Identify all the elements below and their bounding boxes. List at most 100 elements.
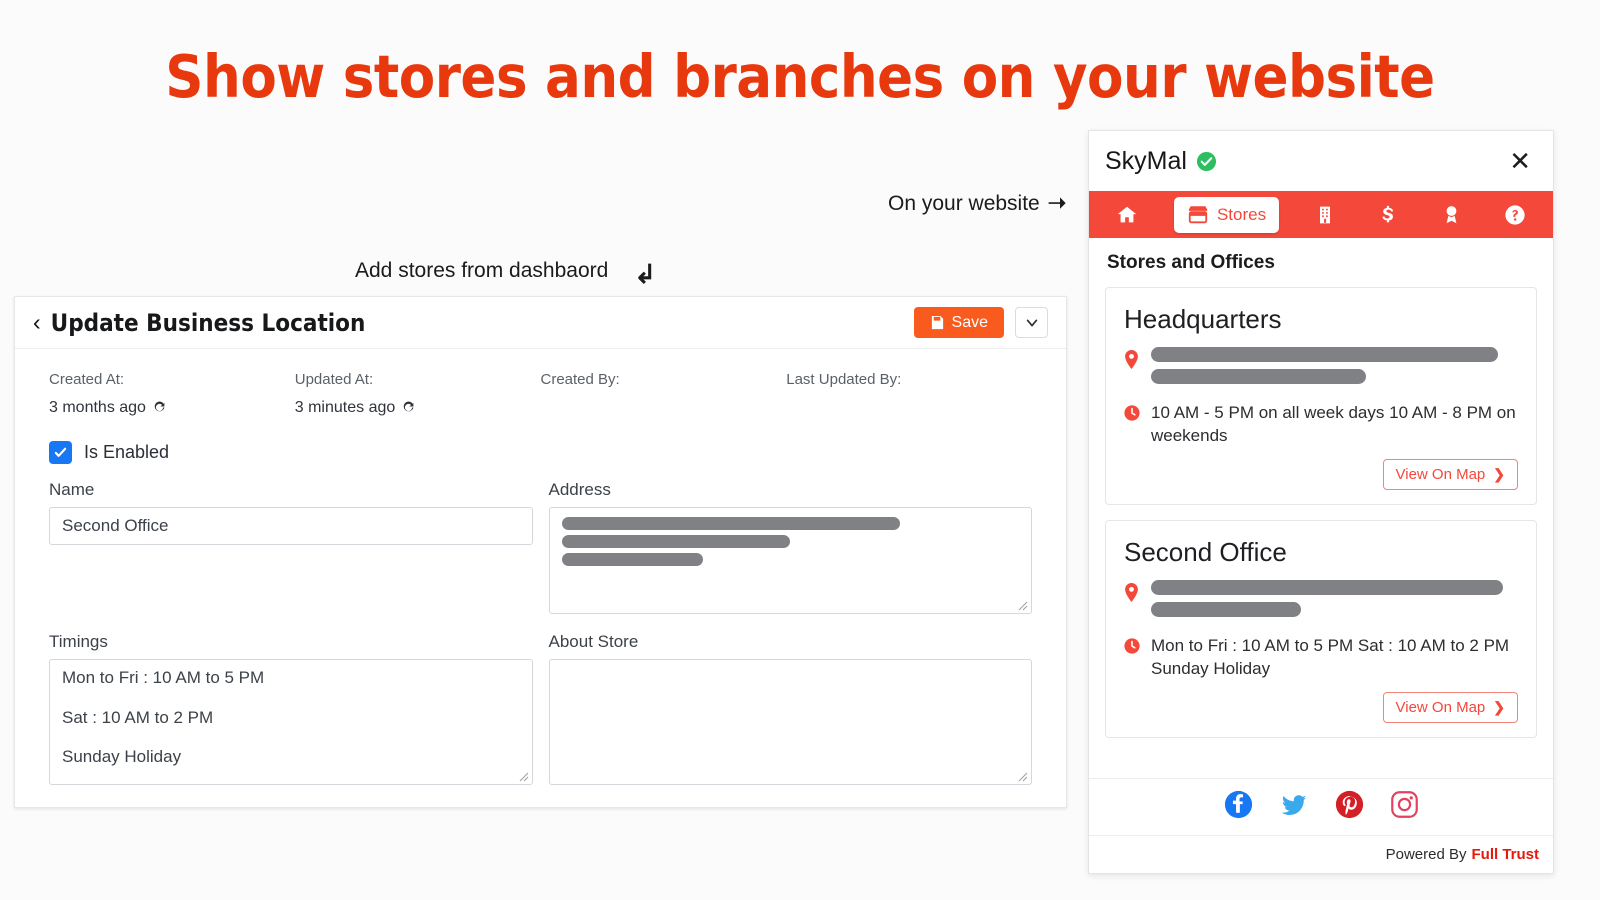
pinterest-icon[interactable] xyxy=(1335,790,1364,824)
store-address xyxy=(1151,347,1498,391)
field-address: Address xyxy=(549,480,1033,614)
meta-created-at: Created At: 3 months ago xyxy=(49,371,295,417)
dashboard-title: Update Business Location xyxy=(51,309,366,337)
name-input[interactable]: Second Office xyxy=(49,507,533,545)
dashboard-header: ‹ Update Business Location Save xyxy=(15,297,1066,349)
meta-label: Created By: xyxy=(541,371,787,388)
save-button[interactable]: Save xyxy=(914,307,1004,338)
clock-icon xyxy=(1124,635,1140,681)
page-title: Show stores and branches on your website xyxy=(0,42,1600,111)
redaction-bar xyxy=(1151,580,1503,595)
timings-line: Sunday Holiday xyxy=(62,748,520,767)
store-address xyxy=(1151,580,1503,624)
check-icon xyxy=(53,445,68,460)
redaction-bar xyxy=(1151,347,1498,362)
widget-brand-name: SkyMal xyxy=(1105,147,1187,176)
meta-value-text: 3 minutes ago xyxy=(295,399,396,417)
view-on-map-label: View On Map xyxy=(1396,699,1486,716)
widget-body: Stores and Offices Headquarters xyxy=(1089,238,1553,778)
view-on-map-label: View On Map xyxy=(1396,466,1486,483)
widget-section-title: Stores and Offices xyxy=(1107,252,1537,274)
annotation-on-your-website: On your website➝ xyxy=(888,190,1066,216)
store-actions: View On Map ❯ xyxy=(1124,692,1518,723)
view-on-map-button[interactable]: View On Map ❯ xyxy=(1383,692,1519,723)
field-about-store: About Store xyxy=(549,632,1033,785)
home-icon xyxy=(1116,204,1138,226)
map-pin-icon xyxy=(1124,347,1140,391)
name-label: Name xyxy=(49,480,533,500)
meta-updated-at: Updated At: 3 minutes ago xyxy=(295,371,541,417)
resize-handle-icon[interactable] xyxy=(1017,771,1028,782)
store-card: Headquarters 10 AM - 5 PM on all week da… xyxy=(1105,287,1537,505)
store-hours-row: Mon to Fri : 10 AM to 5 PM Sat : 10 AM t… xyxy=(1124,635,1518,681)
meta-value: 3 months ago xyxy=(49,398,295,417)
store-name: Second Office xyxy=(1124,537,1518,568)
meta-created-by: Created By: xyxy=(541,371,787,417)
resize-handle-icon[interactable] xyxy=(518,771,529,782)
dollar-icon xyxy=(1377,204,1399,226)
field-name: Name Second Office xyxy=(49,480,533,614)
annotation-add-stores: Add stores from dashbaord↲ xyxy=(355,253,656,284)
nav-item-home[interactable] xyxy=(1110,197,1144,233)
chevron-left-icon[interactable]: ‹ xyxy=(33,311,41,334)
nav-item-awards[interactable] xyxy=(1435,197,1468,233)
chevron-right-icon: ❯ xyxy=(1493,699,1505,716)
widget-titlebar: SkyMal ✕ xyxy=(1089,131,1553,191)
arrow-right-icon: ➝ xyxy=(1048,190,1066,215)
save-button-label: Save xyxy=(952,314,988,332)
twitter-icon[interactable] xyxy=(1279,790,1309,825)
about-store-textarea[interactable] xyxy=(549,659,1033,785)
clock-icon xyxy=(1124,402,1140,448)
nav-item-pricing[interactable] xyxy=(1371,197,1405,233)
address-textarea[interactable] xyxy=(549,507,1033,614)
redaction-bar xyxy=(562,553,704,566)
is-enabled-label: Is Enabled xyxy=(84,442,169,463)
nav-item-stores[interactable]: Stores xyxy=(1174,197,1279,233)
nav-item-offices[interactable] xyxy=(1309,197,1341,233)
nav-item-stores-label: Stores xyxy=(1217,205,1266,225)
store-address-row xyxy=(1124,580,1518,624)
redaction-bar xyxy=(1151,602,1301,617)
instagram-icon[interactable] xyxy=(1390,790,1419,824)
powered-by-label: Powered By xyxy=(1386,846,1467,863)
award-icon xyxy=(1441,204,1462,225)
meta-label: Updated At: xyxy=(295,371,541,388)
timings-label: Timings xyxy=(49,632,533,652)
widget-nav: Stores xyxy=(1089,191,1553,238)
powered-by-brand[interactable]: Full Trust xyxy=(1472,846,1540,863)
field-timings: Timings Mon to Fri : 10 AM to 5 PM Sat :… xyxy=(49,632,533,785)
store-card: Second Office Mon to Fri : 10 AM to 5 PM… xyxy=(1105,520,1537,738)
store-hours: 10 AM - 5 PM on all week days 10 AM - 8 … xyxy=(1151,402,1518,448)
timings-line: Mon to Fri : 10 AM to 5 PM xyxy=(62,669,520,688)
resize-handle-icon[interactable] xyxy=(1017,600,1028,611)
annotation-dashboard-text: Add stores from dashbaord xyxy=(355,259,608,282)
meta-value: 3 minutes ago xyxy=(295,398,541,417)
redaction-bar xyxy=(562,535,791,548)
refresh-icon[interactable] xyxy=(153,401,166,414)
timings-textarea[interactable]: Mon to Fri : 10 AM to 5 PM Sat : 10 AM t… xyxy=(49,659,533,785)
meta-label: Created At: xyxy=(49,371,295,388)
page-root: Show stores and branches on your website… xyxy=(0,0,1600,900)
fields-row-2: Timings Mon to Fri : 10 AM to 5 PM Sat :… xyxy=(15,614,1066,785)
about-store-label: About Store xyxy=(549,632,1033,652)
save-dropdown-button[interactable] xyxy=(1015,307,1048,338)
view-on-map-button[interactable]: View On Map ❯ xyxy=(1383,459,1519,490)
is-enabled-checkbox[interactable] xyxy=(49,441,72,464)
store-actions: View On Map ❯ xyxy=(1124,459,1518,490)
store-address-row xyxy=(1124,347,1518,391)
meta-last-updated-by: Last Updated By: xyxy=(786,371,1032,417)
dashboard-panel: ‹ Update Business Location Save C xyxy=(14,296,1067,808)
refresh-icon[interactable] xyxy=(402,401,415,414)
nav-item-help[interactable] xyxy=(1498,197,1532,233)
store-icon xyxy=(1187,205,1209,224)
meta-value-text: 3 months ago xyxy=(49,399,146,417)
store-widget-panel: SkyMal ✕ xyxy=(1088,130,1554,874)
facebook-icon[interactable] xyxy=(1224,790,1253,824)
close-icon[interactable]: ✕ xyxy=(1509,148,1531,174)
map-pin-icon xyxy=(1124,580,1140,624)
building-icon xyxy=(1315,205,1335,225)
redaction-bar xyxy=(1151,369,1366,384)
redaction-bar xyxy=(562,517,901,530)
dashboard-header-actions: Save xyxy=(914,307,1048,338)
is-enabled-row: Is Enabled xyxy=(15,417,1066,464)
